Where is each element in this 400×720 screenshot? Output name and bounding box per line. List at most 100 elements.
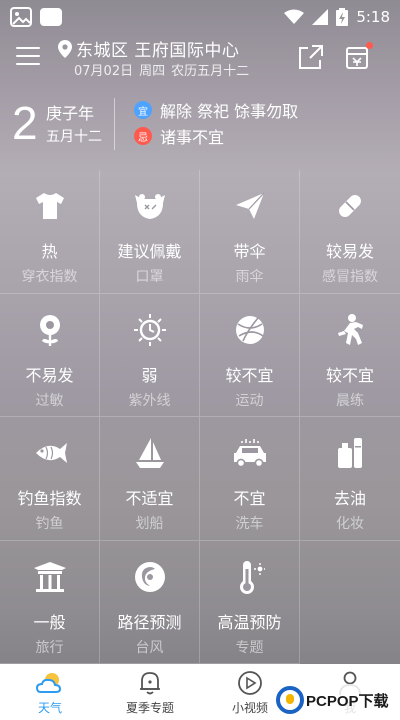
index-value: 建议佩戴 — [117, 242, 182, 261]
location-selector[interactable]: 东城区 王府国际中心 — [58, 36, 239, 61]
index-cell-typhoon[interactable]: 路径预测 台风 — [100, 540, 200, 664]
pcpop-watermark: PCPOP下载 — [276, 684, 400, 716]
play-icon — [238, 671, 262, 695]
index-value: 去油 — [333, 489, 366, 508]
tab-label: 天气 — [37, 701, 62, 715]
car-icon — [232, 435, 268, 471]
notification-square-icon — [40, 8, 62, 26]
index-label: 台风 — [135, 639, 164, 656]
index-cell-umbrella[interactable]: 带伞 雨伞 — [200, 170, 300, 294]
index-label: 穿衣指数 — [21, 269, 78, 285]
index-value: 一般 — [33, 612, 66, 632]
index-cell-makeup[interactable]: 去油 化妆 — [300, 417, 400, 541]
index-label: 化妆 — [336, 516, 364, 532]
yi-row: 宜 解除 祭祀 馀事勿取 — [134, 98, 298, 122]
index-cell-fishing[interactable]: 钓鱼指数 钓鱼 — [0, 417, 100, 541]
index-value: 不适宜 — [125, 489, 174, 508]
ganzhi-year: 庚子年 — [46, 104, 95, 123]
wifi-icon — [284, 9, 305, 24]
index-value: 带伞 — [233, 242, 266, 261]
index-cell-allergy[interactable]: 不易发 过敏 — [0, 293, 100, 417]
pavilion-icon — [32, 559, 68, 595]
clock: 5:18 — [356, 8, 390, 26]
paper-plane-icon — [232, 188, 268, 224]
divider — [114, 98, 115, 150]
pcpop-logo-icon — [276, 686, 304, 714]
status-bar: 5:18 — [0, 0, 400, 34]
weather-tab-icon — [35, 673, 62, 693]
lunar-date: 农历五月十二 — [171, 64, 250, 79]
index-cell-boating[interactable]: 不适宜 划船 — [100, 417, 200, 541]
index-label: 感冒指数 — [322, 269, 378, 285]
share-icon[interactable] — [298, 44, 324, 70]
index-label: 紫外线 — [128, 392, 171, 409]
index-cell-carwash[interactable]: 不宜 洗车 — [200, 417, 300, 541]
index-label: 洗车 — [235, 516, 264, 532]
tab-label: 夏季专题 — [125, 701, 174, 715]
fish-icon — [32, 435, 68, 471]
index-value: 较不宜 — [325, 365, 374, 385]
sun-icon — [132, 312, 168, 348]
date-row: 07月02日 周四 农历五月十二 — [74, 60, 249, 79]
bell-icon — [140, 672, 160, 695]
cosmetics-icon — [332, 435, 368, 471]
ji-text: 诸事不宜 — [160, 128, 225, 147]
mask-icon — [132, 188, 168, 224]
typhoon-icon — [132, 559, 168, 595]
yi-text: 解除 祭祀 馀事勿取 — [160, 102, 299, 121]
day-number: 2 — [12, 97, 38, 149]
index-cell-travel[interactable]: 一般 旅行 — [0, 540, 100, 664]
index-cell-empty — [300, 541, 400, 665]
yi-badge: 宜 — [134, 101, 152, 119]
location-pin-icon — [58, 39, 72, 58]
index-label: 晨练 — [336, 392, 364, 409]
index-label: 运动 — [235, 392, 264, 409]
index-label: 雨伞 — [235, 269, 264, 285]
battery-icon — [336, 8, 349, 26]
index-value: 较易发 — [325, 242, 374, 261]
menu-icon[interactable] — [16, 47, 40, 67]
tab-summer[interactable]: 夏季专题 — [100, 664, 200, 720]
index-value: 不宜 — [233, 489, 266, 508]
index-value: 钓鱼指数 — [17, 489, 82, 508]
lunar-day: 五月十二 — [46, 129, 102, 145]
index-value: 不易发 — [25, 365, 74, 385]
ji-row: 忌 诸事不宜 — [134, 124, 224, 148]
index-cell-cold[interactable]: 较易发 感冒指数 — [300, 170, 400, 294]
index-cell-heat[interactable]: 高温预防 专题 — [200, 540, 300, 664]
location-name: 东城区 王府国际中心 — [76, 41, 240, 61]
index-cell-uv[interactable]: 弱 紫外线 — [100, 293, 200, 417]
index-value: 热 — [41, 242, 58, 261]
ball-icon — [232, 312, 268, 348]
solar-date: 07月02日 — [74, 64, 134, 79]
index-cell-clothing[interactable]: 热 穿衣指数 — [0, 170, 100, 294]
tab-weather[interactable]: 天气 — [0, 664, 100, 720]
sailboat-icon — [132, 435, 168, 471]
thermometer-icon — [232, 559, 268, 595]
life-index-grid: 热 穿衣指数 建议佩戴 口罩 带伞 雨伞 较易发 感冒指数 不易发 过敏 弱 紫… — [0, 170, 400, 664]
tshirt-icon — [32, 188, 68, 224]
index-label: 口罩 — [135, 269, 164, 285]
ji-badge: 忌 — [134, 127, 152, 145]
index-label: 钓鱼 — [35, 516, 64, 532]
index-value: 较不宜 — [225, 365, 274, 385]
pill-icon — [332, 188, 368, 224]
almanac-card[interactable]: 2 庚子年 五月十二 宜 解除 祭祀 馀事勿取 忌 诸事不宜 — [0, 90, 400, 160]
gallery-notification-icon — [10, 7, 32, 27]
header: 东城区 王府国际中心 07月02日 周四 农历五月十二 — [0, 34, 400, 86]
index-label: 过敏 — [35, 392, 64, 409]
index-label: 旅行 — [35, 639, 64, 656]
index-value: 高温预防 — [217, 612, 282, 632]
index-label: 专题 — [235, 639, 264, 656]
running-icon — [332, 312, 368, 348]
index-cell-mask[interactable]: 建议佩戴 口罩 — [100, 170, 200, 294]
watermark-text: PCPOP下载 — [306, 692, 389, 710]
weekday: 周四 — [139, 64, 166, 79]
index-cell-sport[interactable]: 较不宜 运动 — [200, 293, 300, 417]
tab-label: 小视频 — [231, 701, 268, 715]
flower-icon — [32, 312, 68, 348]
index-value: 路径预测 — [117, 612, 182, 632]
index-cell-morning-exercise[interactable]: 较不宜 晨练 — [300, 294, 400, 417]
index-value: 弱 — [141, 365, 158, 385]
notification-dot — [366, 42, 373, 49]
